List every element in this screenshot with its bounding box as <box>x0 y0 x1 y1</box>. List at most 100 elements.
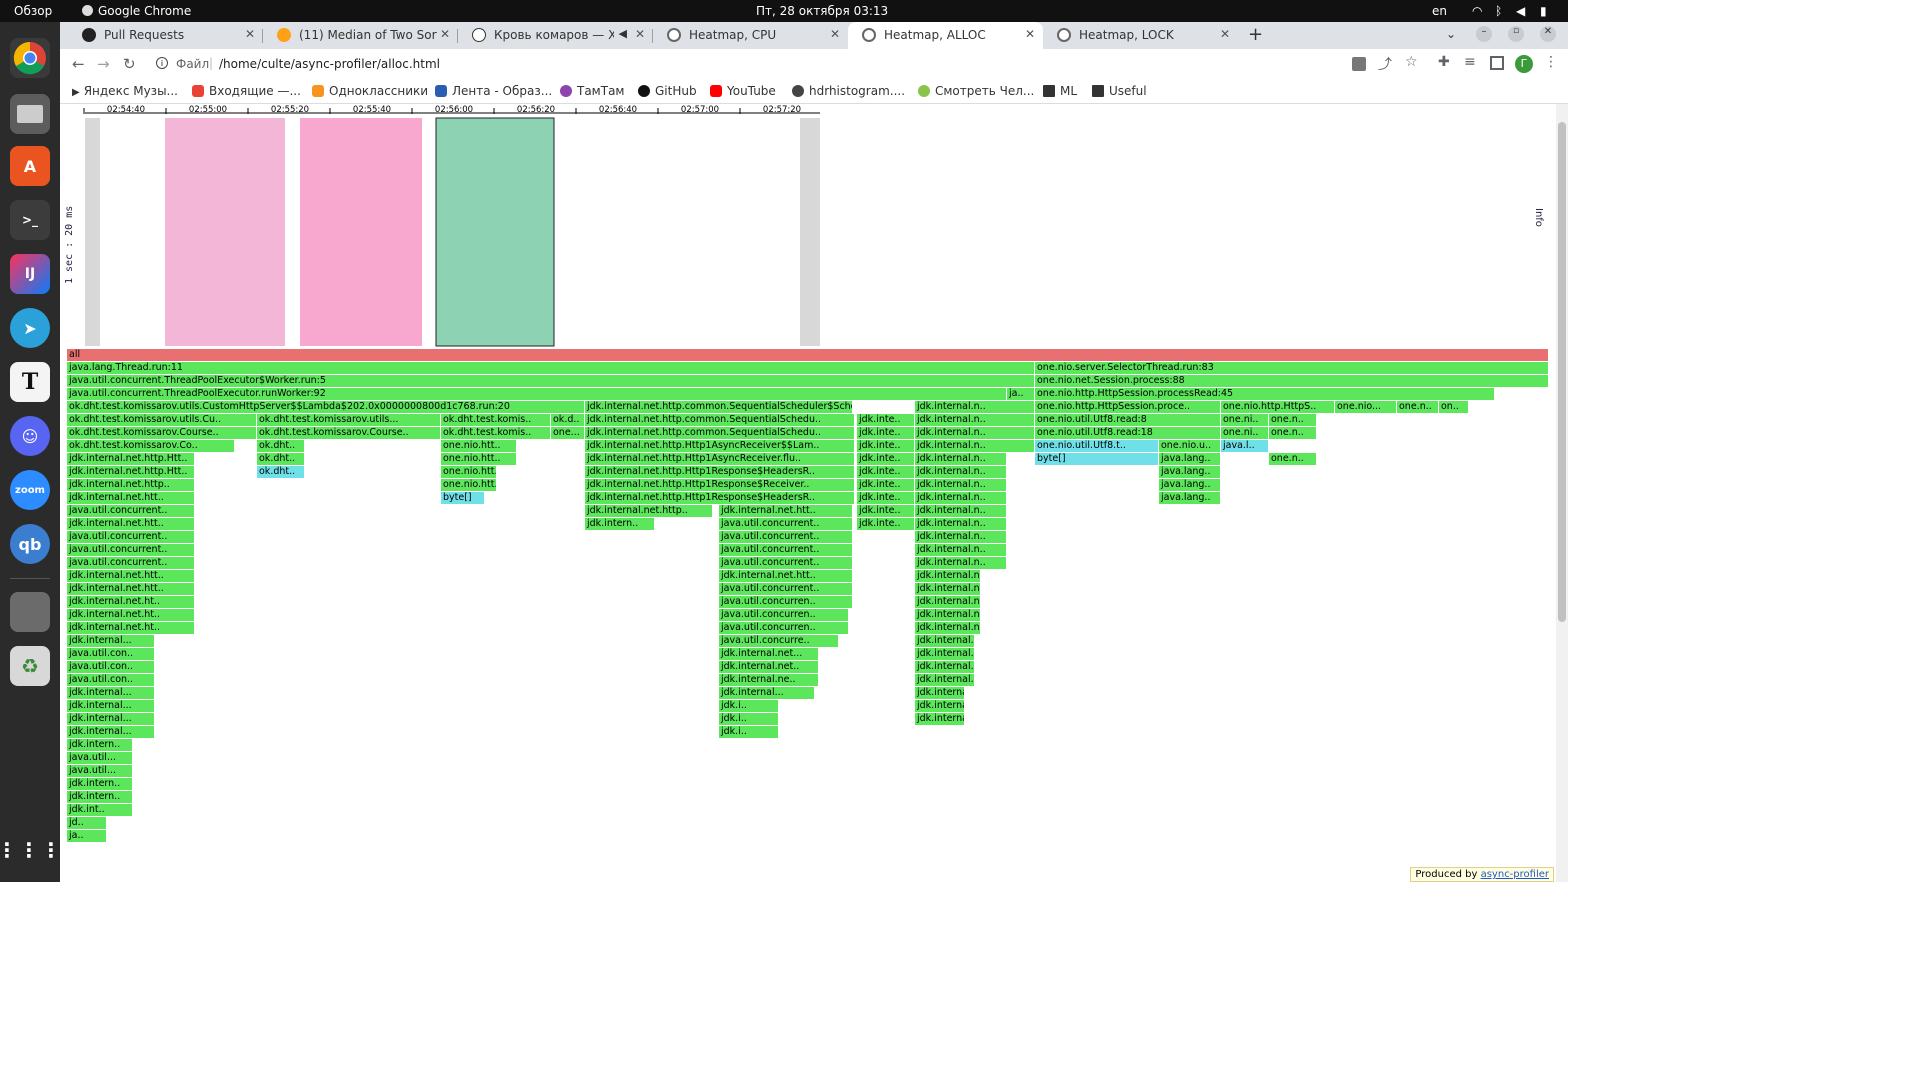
vertical-scrollbar[interactable] <box>1556 104 1568 882</box>
bookmark-github[interactable]: GitHub <box>638 84 697 98</box>
flame-frame[interactable]: jdk.inte.. <box>857 479 915 491</box>
flame-frame[interactable]: ok.dht.test.komissarov.utils... <box>257 414 441 426</box>
volume-icon[interactable]: ◀ <box>1516 4 1525 18</box>
flame-frame[interactable]: one.nio.util.Utf8.read:8 <box>1035 414 1221 426</box>
flame-frame[interactable]: jdk.internal.n.. <box>915 635 975 647</box>
flame-frame[interactable]: jdk.i.. <box>719 700 779 712</box>
flame-frame[interactable]: jdk.internal.n.. <box>915 518 1007 530</box>
flame-frame[interactable]: one.n.. <box>1269 414 1317 426</box>
flame-frame[interactable]: jdk.internal.net... <box>719 648 819 660</box>
url-text[interactable]: /home/culte/async-profiler/alloc.html <box>219 57 440 71</box>
bookmark-youtube[interactable]: YouTube <box>710 84 776 98</box>
flame-frame[interactable]: jdk.internal.n.. <box>915 453 1007 465</box>
heatmap-selection[interactable] <box>435 117 555 347</box>
flame-frame[interactable]: java.util.concurrent.. <box>67 544 195 556</box>
flame-frame[interactable]: java.util.concurrent.. <box>67 531 195 543</box>
bookmark-yandex-music[interactable]: ▶ Яндекс Музы... <box>72 84 178 98</box>
intellij-icon[interactable]: IJ <box>10 254 50 294</box>
flame-frame[interactable]: jdk.internal... <box>67 700 155 712</box>
heatmap-block-2[interactable] <box>300 118 422 346</box>
flame-frame[interactable]: ok.dht.test.komis.. <box>441 414 551 426</box>
flame-frame[interactable]: java.l.. <box>1221 440 1269 452</box>
flame-frame[interactable]: ok.dht.test.komissarov.Course.. <box>257 427 441 439</box>
bookmark-smotret[interactable]: Смотреть Чел... <box>918 84 1034 98</box>
flame-frame[interactable]: jdk.intern.. <box>67 791 133 803</box>
flame-frame[interactable]: ok.dht.test.komissarov.Co.. <box>67 440 235 452</box>
flame-frame[interactable]: ok.dht.. <box>257 440 305 452</box>
flame-frame[interactable]: jdk.internal.n.. <box>915 492 1007 504</box>
bookmark-folder-ml[interactable]: ML <box>1043 84 1077 98</box>
flame-frame[interactable]: java.util.concurrent.. <box>719 544 853 556</box>
info-icon[interactable]: i <box>156 57 168 69</box>
flame-frame[interactable]: all <box>67 349 1549 361</box>
flame-frame[interactable]: jdk.internal.n.. <box>915 687 965 699</box>
address-bar[interactable]: i Файл | /home/culte/async-profiler/allo… <box>148 52 1328 78</box>
flame-frame[interactable]: jdk.internal.net.http.Http1Response$Rece… <box>585 479 855 491</box>
flame-frame[interactable]: one.ni.. <box>1221 427 1269 439</box>
flame-frame[interactable]: jdk.internal.n.. <box>915 479 1007 491</box>
flame-frame[interactable]: jdk.inte.. <box>857 440 915 452</box>
flame-frame[interactable]: jdk.internal.net.http.common.SequentialS… <box>585 401 853 413</box>
flame-frame[interactable]: jdk.intern.. <box>67 778 133 790</box>
flame-frame[interactable]: jdk.i.. <box>719 713 779 725</box>
info-toggle[interactable]: Info <box>1533 208 1544 227</box>
flame-frame[interactable]: jdk.internal.net.http.Http1AsyncReceiver… <box>585 440 855 452</box>
flame-frame[interactable]: jdk.internal.n.. <box>915 713 965 725</box>
tab-pull-requests[interactable]: Pull Requests ✕ <box>68 22 263 49</box>
flame-frame[interactable]: jdk.internal.net.htt.. <box>719 505 853 517</box>
flame-frame[interactable]: jdk.internal.n.. <box>915 622 981 634</box>
flame-frame[interactable]: one... <box>551 427 585 439</box>
flame-frame[interactable]: one.n.. <box>1397 401 1439 413</box>
flame-frame[interactable]: jdk.inte.. <box>857 518 915 530</box>
typora-icon[interactable]: T <box>10 362 50 402</box>
flame-frame[interactable]: jdk.internal.n.. <box>915 531 1007 543</box>
flame-frame[interactable]: jdk.internal.net.htt.. <box>67 518 195 530</box>
close-icon[interactable]: ✕ <box>635 27 645 41</box>
flame-frame[interactable]: jdk.internal.net.http.Http1AsyncReceiver… <box>585 453 855 465</box>
flame-frame[interactable]: jdk.internal... <box>67 713 155 725</box>
flame-frame[interactable]: jdk.internal.net.htt.. <box>67 570 195 582</box>
flame-frame[interactable]: one.nio.htt.. <box>441 466 497 478</box>
bookmark-star-icon[interactable]: ☆ <box>1405 54 1418 70</box>
flame-frame[interactable]: ok.dht.test.komissarov.utils.CustomHttpS… <box>67 401 585 413</box>
flame-frame[interactable]: one.nio.http.HttpSession.proce.. <box>1035 401 1221 413</box>
chrome-icon[interactable] <box>10 38 50 78</box>
zoom-icon[interactable]: zoom <box>10 470 50 510</box>
bookmark-lenta[interactable]: Лента - Образ... <box>435 84 552 98</box>
flame-frame[interactable]: one.nio.http.HttpS.. <box>1221 401 1335 413</box>
flame-frame[interactable]: on.. <box>1439 401 1469 413</box>
flame-frame[interactable]: jdk.internal.net.http.Htt.. <box>67 453 195 465</box>
activities-button[interactable]: Обзор <box>14 4 52 18</box>
flame-frame[interactable]: java.util.concurren.. <box>719 609 849 621</box>
flame-frame[interactable]: java.util.concurrent.. <box>719 531 853 543</box>
close-icon[interactable]: ✕ <box>1025 27 1035 41</box>
flame-frame[interactable]: jdk.internal.net.ht.. <box>67 596 195 608</box>
close-icon[interactable]: ✕ <box>1220 27 1230 41</box>
back-icon[interactable]: ← <box>72 55 85 73</box>
trash-icon[interactable]: ♻ <box>10 646 50 686</box>
flame-frame[interactable]: java.util.concurrent.. <box>67 557 195 569</box>
flame-frame[interactable]: jdk.internal.n.. <box>915 466 1007 478</box>
flame-frame[interactable]: jdk.internal.net.http.. <box>585 505 713 517</box>
flame-frame[interactable]: jdk.inte.. <box>857 427 915 439</box>
new-tab-button[interactable]: + <box>1248 24 1263 45</box>
flame-frame[interactable]: one.ni.. <box>1221 414 1269 426</box>
flame-frame[interactable]: java.util... <box>67 765 133 777</box>
flame-frame[interactable]: one.nio.u.. <box>1159 440 1221 452</box>
flame-frame[interactable]: jdk.internal.n.. <box>915 596 981 608</box>
bookmark-hdrhistogram[interactable]: hdrhistogram.... <box>792 84 905 98</box>
close-icon[interactable]: ✕ <box>245 27 255 41</box>
flame-frame[interactable]: jdk.internal.n.. <box>915 414 1035 426</box>
flame-frame[interactable]: byte[] <box>441 492 485 504</box>
profile-avatar[interactable]: Г <box>1515 55 1533 73</box>
flame-frame[interactable]: one.nio.htt.. <box>441 440 517 452</box>
flame-frame[interactable]: jdk.internal.n.. <box>915 427 1035 439</box>
flame-frame[interactable]: one.n.. <box>1269 427 1317 439</box>
terminal-icon[interactable]: >_ <box>10 200 50 240</box>
flame-frame[interactable]: jdk.internal.n.. <box>915 401 1035 413</box>
flame-frame[interactable]: jdk.internal.n.. <box>915 700 965 712</box>
flame-frame[interactable]: java.util.concurrent.. <box>719 557 853 569</box>
flame-frame[interactable]: jdk.inte.. <box>857 466 915 478</box>
flame-frame[interactable]: jdk.internal.net.ht.. <box>67 609 195 621</box>
window-close-icon[interactable]: ✕ <box>1540 26 1556 42</box>
